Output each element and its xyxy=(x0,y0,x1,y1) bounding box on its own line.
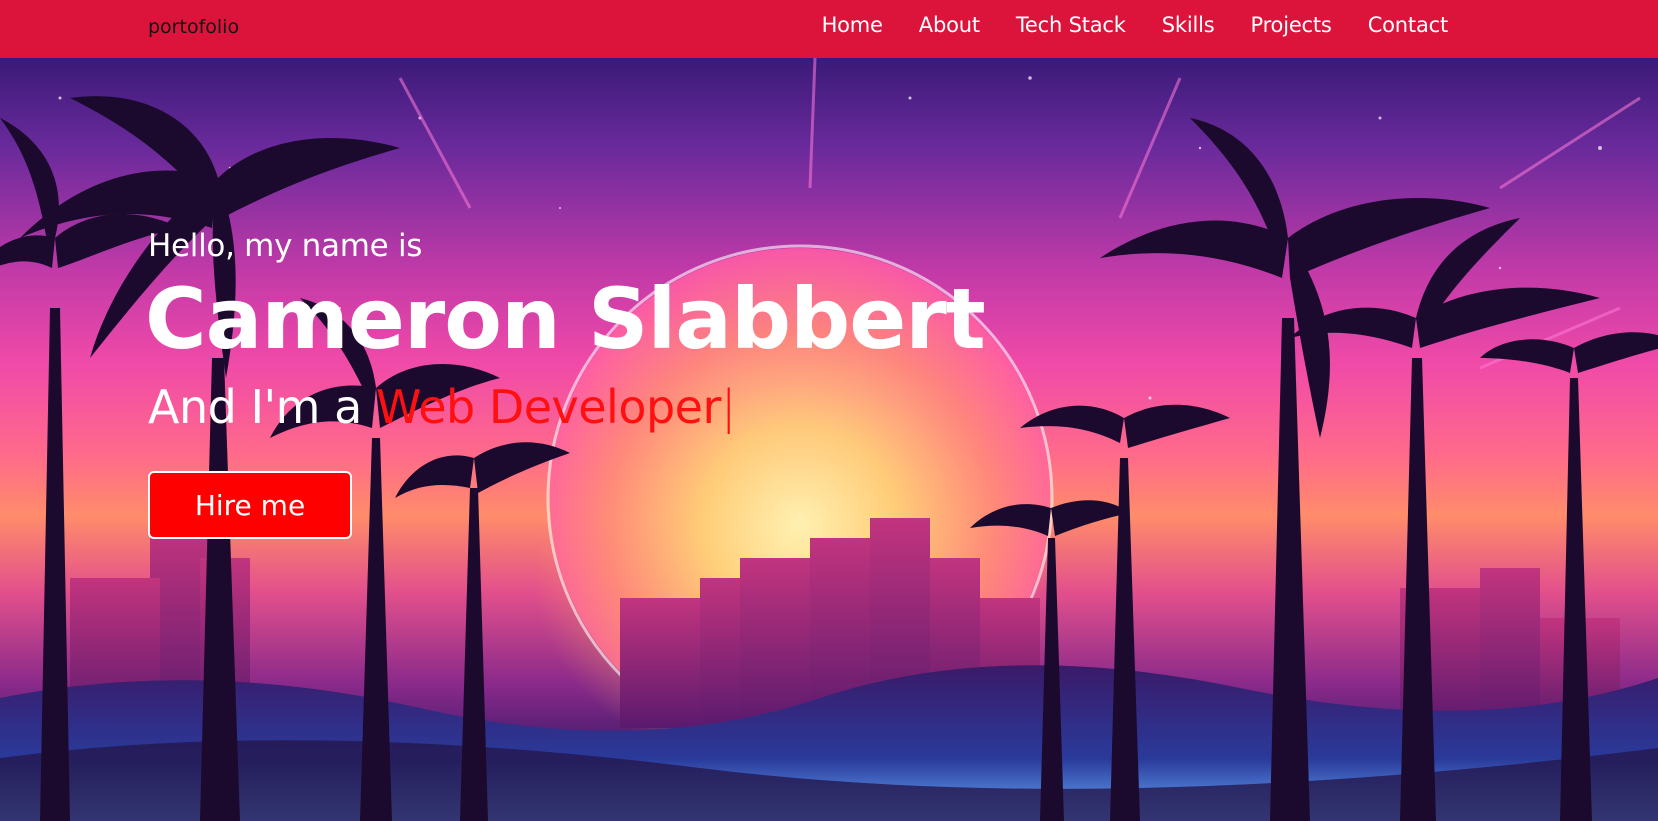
hire-me-button[interactable]: Hire me xyxy=(148,471,352,539)
nav-link-home[interactable]: Home xyxy=(822,13,883,37)
nav-item-home: Home xyxy=(822,13,883,37)
hero-section: Hello, my name is Cameron Slabbert And I… xyxy=(0,58,1658,821)
nav-link-skills[interactable]: Skills xyxy=(1162,13,1215,37)
nav-item-contact: Contact xyxy=(1368,13,1449,37)
logo[interactable]: portofolio xyxy=(148,16,239,38)
top-navbar: portofolio Home About Tech Stack Skills … xyxy=(0,0,1658,58)
hero-role-line: And I'm a Web Developer| xyxy=(148,380,736,434)
hero-name: Cameron Slabbert xyxy=(145,270,986,368)
nav-item-tech-stack: Tech Stack xyxy=(1016,13,1126,37)
typing-cursor: | xyxy=(720,380,737,434)
nav-item-projects: Projects xyxy=(1250,13,1331,37)
nav-link-about[interactable]: About xyxy=(919,13,980,37)
nav-item-skills: Skills xyxy=(1162,13,1215,37)
hero-greeting: Hello, my name is xyxy=(148,228,423,264)
role-highlight: Web Developer xyxy=(375,380,722,434)
hero-background-image xyxy=(0,58,1658,821)
nav-link-projects[interactable]: Projects xyxy=(1250,13,1331,37)
nav-link-tech-stack[interactable]: Tech Stack xyxy=(1016,13,1126,37)
role-prefix: And I'm a xyxy=(148,380,376,434)
nav-link-contact[interactable]: Contact xyxy=(1368,13,1449,37)
nav-menu: Home About Tech Stack Skills Projects Co… xyxy=(786,13,1449,37)
nav-item-about: About xyxy=(919,13,980,37)
